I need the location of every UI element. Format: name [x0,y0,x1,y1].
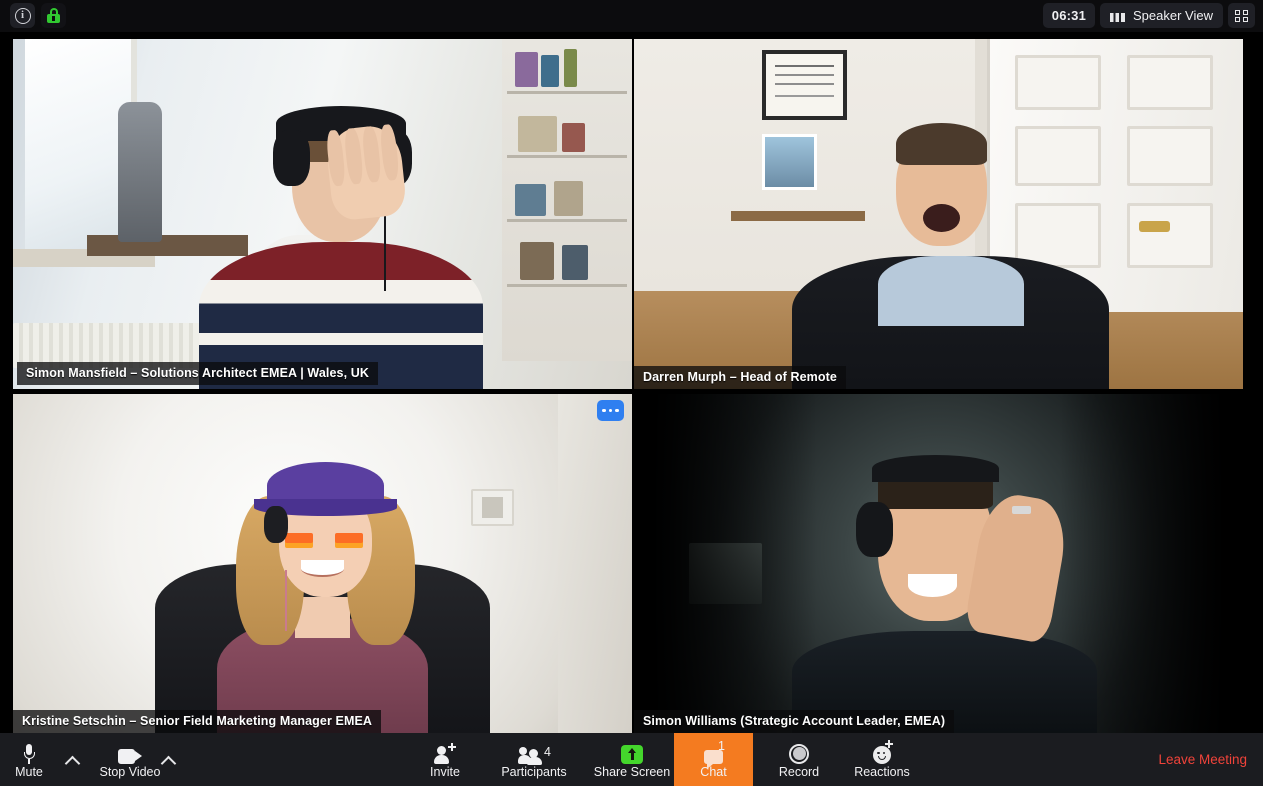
chat-label: Chat [700,764,727,779]
more-options-dots-icon [608,408,613,413]
meeting-controls-toolbar: Mute Stop Video Invite 4 Participants Sh… [0,733,1263,786]
audio-options-button[interactable] [56,733,88,786]
smiley-add-icon [872,739,893,764]
participants-label: Participants [501,764,567,779]
video-feed [634,39,1243,389]
top-bar-left-controls: i [10,3,66,28]
chevron-up-icon [160,755,176,772]
more-options-button[interactable] [597,400,624,421]
record-circle-icon [789,743,809,764]
view-mode-toggle[interactable]: Speaker View [1100,3,1223,28]
mute-button[interactable]: Mute [8,733,50,786]
meeting-top-bar: i 06:31 Speaker View [0,0,1263,32]
participant-tile-kristine-setschin[interactable]: Kristine Setschin – Senior Field Marketi… [13,394,632,733]
zoom-meeting-window: i 06:31 Speaker View Simon Mansfield – S… [0,0,1263,786]
share-screen-arrow-icon [621,744,643,764]
meeting-timer: 06:31 [1042,3,1096,28]
participants-button[interactable]: 4 Participants [488,733,580,786]
invite-button[interactable]: Invite [414,733,476,786]
meeting-info-button[interactable]: i [10,3,35,28]
share-screen-label: Share Screen [593,764,671,779]
enter-fullscreen-button[interactable] [1228,3,1255,28]
top-bar-right-controls: 06:31 Speaker View [1042,3,1255,28]
participant-name-label: Simon Mansfield – Solutions Architect EM… [17,362,378,385]
more-options-dots-icon [615,408,619,413]
chevron-up-icon [64,755,80,772]
participant-name-label: Kristine Setschin – Senior Field Marketi… [13,710,382,733]
chat-button[interactable]: 1 Chat [674,733,753,786]
microphone-icon [23,743,35,764]
chat-count-badge: 1 [718,738,725,753]
camera-icon [118,748,142,764]
view-mode-label: Speaker View [1133,8,1213,23]
enter-fullscreen-icon [1235,9,1248,22]
leave-meeting-label: Leave Meeting [1158,752,1247,767]
participant-tile-simon-williams[interactable]: Simon Williams (Strategic Account Leader… [634,394,1243,733]
participant-video-grid: Simon Mansfield – Solutions Architect EM… [0,32,1263,733]
more-options-dots-icon [602,408,606,413]
video-feed [13,394,632,733]
participant-name-label: Darren Murph – Head of Remote [634,366,846,389]
info-circle-icon: i [14,7,31,24]
participant-tile-simon-mansfield[interactable]: Simon Mansfield – Solutions Architect EM… [13,39,632,389]
leave-meeting-button[interactable]: Leave Meeting [1156,733,1249,786]
participant-tile-darren-murph[interactable]: Darren Murph – Head of Remote [634,39,1243,389]
green-padlock-icon [47,8,60,23]
reactions-label: Reactions [854,764,910,779]
mute-label: Mute [15,764,43,779]
record-label: Record [778,764,820,779]
person-add-icon [434,742,456,764]
people-icon: 4 [518,744,551,765]
participants-count-badge: 4 [544,744,551,759]
share-screen-button[interactable]: Share Screen [588,733,676,786]
record-button[interactable]: Record [765,733,833,786]
video-feed [634,394,1243,733]
participant-name-label: Simon Williams (Strategic Account Leader… [634,710,955,733]
encryption-lock-button[interactable] [41,3,66,28]
grid-view-icon [1110,9,1126,22]
invite-label: Invite [430,764,460,779]
video-feed [13,39,632,389]
video-options-button[interactable] [152,733,184,786]
reactions-button[interactable]: Reactions [845,733,919,786]
